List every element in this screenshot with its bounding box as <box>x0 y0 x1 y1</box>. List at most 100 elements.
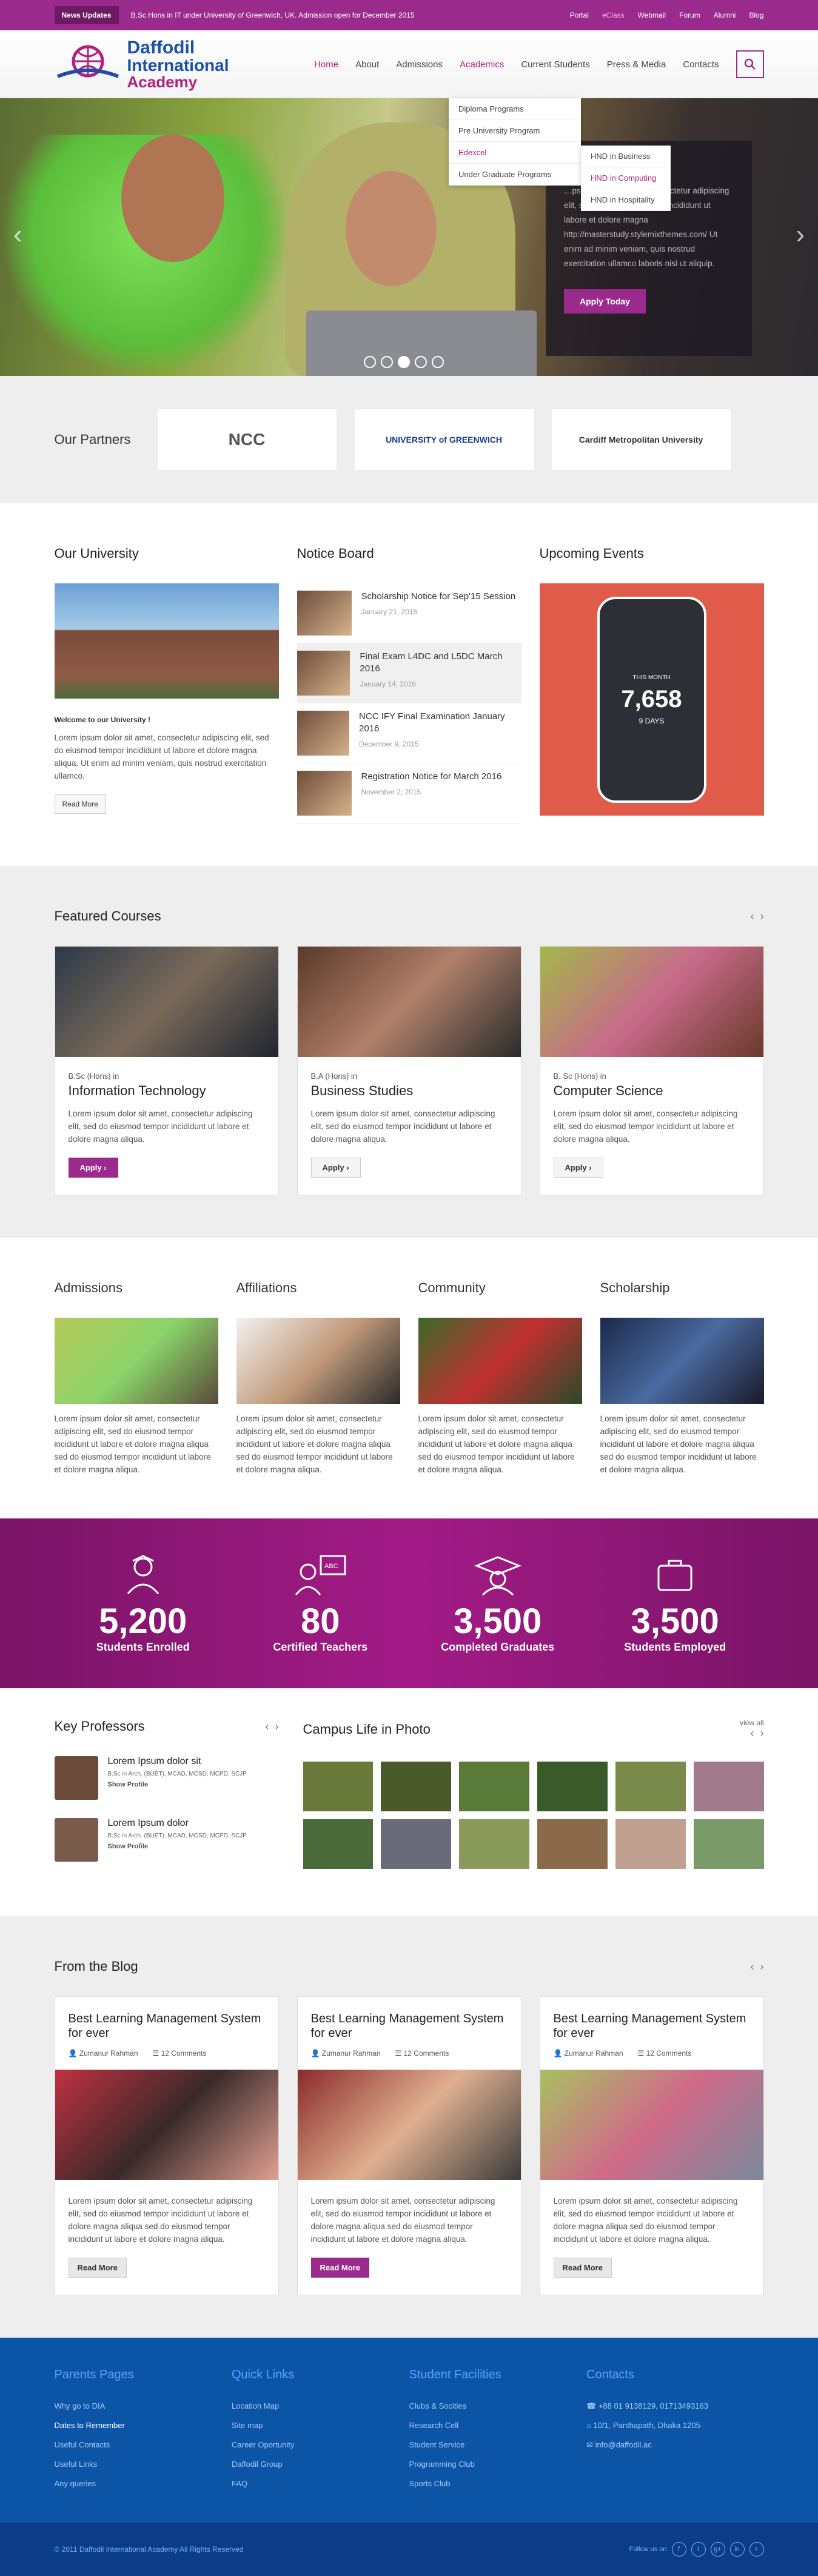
professors-next-icon[interactable]: › <box>275 1720 279 1733</box>
notice-item[interactable]: Registration Notice for March 2016 Novemb… <box>297 763 521 823</box>
footer-link[interactable]: Any queries <box>55 2474 232 2494</box>
blog-comments[interactable]: ☰ 12 Comments <box>638 2049 692 2058</box>
read-more-button[interactable]: Read More <box>68 2258 127 2278</box>
view-all-link[interactable]: view all <box>740 1719 763 1727</box>
notice-item[interactable]: Final Exam L4DC and L5DC March 2016 Janua… <box>297 643 521 703</box>
nav-about[interactable]: About <box>355 59 379 70</box>
partner-cardiff[interactable]: Cardiff Metropolitan University <box>551 409 731 470</box>
professor-name[interactable]: Lorem Ipsum dolor sit <box>108 1756 247 1767</box>
dropdown-item-pre-university[interactable]: Pre University Program <box>449 120 581 142</box>
partner-greenwich[interactable]: UNIVERSITY of GREENWICH <box>354 409 534 470</box>
nav-contacts[interactable]: Contacts <box>683 59 719 70</box>
event-image[interactable]: THIS MONTH 7,658 9 DAYS <box>539 583 764 816</box>
footer-link[interactable]: Useful Links <box>55 2455 232 2474</box>
campus-photo[interactable] <box>303 1762 374 1811</box>
slider-prev-icon[interactable]: ‹ <box>13 220 22 250</box>
nav-academics[interactable]: Academics <box>460 59 504 70</box>
rss-icon[interactable]: r <box>749 2542 764 2557</box>
carousel-next-icon[interactable]: › <box>760 910 764 923</box>
campus-photo[interactable] <box>615 1762 686 1811</box>
search-button[interactable] <box>736 50 764 78</box>
footer-email[interactable]: ✉ info@daffodil.ac <box>586 2435 764 2455</box>
footer-link[interactable]: Research Cell <box>409 2416 587 2435</box>
campus-photo[interactable] <box>537 1819 608 1869</box>
blog-post-title[interactable]: Best Learning Management System for ever <box>69 2011 265 2041</box>
subdropdown-item-computing[interactable]: HND in Computing <box>581 167 671 189</box>
partner-ncc[interactable]: NCC <box>157 409 337 470</box>
campus-photo[interactable] <box>459 1819 529 1869</box>
campus-prev-icon[interactable]: ‹ <box>751 1727 754 1740</box>
top-link-alumni[interactable]: Alumni <box>714 11 736 19</box>
carousel-prev-icon[interactable]: ‹ <box>751 910 754 923</box>
slider-next-icon[interactable]: › <box>796 220 805 250</box>
campus-photo[interactable] <box>615 1819 686 1869</box>
footer-link[interactable]: Useful Contacts <box>55 2435 232 2455</box>
footer-link[interactable]: Clubs & Socities <box>409 2397 587 2416</box>
professors-prev-icon[interactable]: ‹ <box>266 1720 269 1733</box>
nav-press-media[interactable]: Press & Media <box>607 59 666 70</box>
footer-link[interactable]: Career Oportunity <box>232 2435 409 2455</box>
footer-link[interactable]: Why go to DIA <box>55 2397 232 2416</box>
read-more-button[interactable]: Read More <box>310 2258 369 2278</box>
slider-dot-active[interactable] <box>398 356 410 368</box>
campus-photo[interactable] <box>693 1762 764 1811</box>
slider-dot[interactable] <box>415 356 427 368</box>
dropdown-item-edexcel[interactable]: Edexcel <box>449 142 581 164</box>
footer-link[interactable]: Site map <box>232 2416 409 2435</box>
block-title[interactable]: Scholarship <box>600 1280 764 1296</box>
blog-prev-icon[interactable]: ‹ <box>751 1961 754 1973</box>
blog-post-title[interactable]: Best Learning Management System for ever <box>554 2011 750 2041</box>
campus-next-icon[interactable]: › <box>760 1727 764 1740</box>
apply-today-button[interactable]: Apply Today <box>564 289 646 314</box>
site-logo[interactable]: Daffodil International Academy <box>55 39 229 90</box>
footer-link[interactable]: Dates to Remember <box>55 2416 232 2435</box>
footer-link[interactable]: FAQ <box>232 2474 409 2494</box>
slider-dot[interactable] <box>364 356 376 368</box>
subdropdown-item-business[interactable]: HND in Business <box>581 146 671 167</box>
campus-photo[interactable] <box>459 1762 529 1811</box>
notice-item[interactable]: Scholarship Notice for Sep'15 Session Jan… <box>297 583 521 643</box>
linkedin-icon[interactable]: in <box>729 2542 745 2557</box>
slider-dot[interactable] <box>381 356 393 368</box>
campus-photo[interactable] <box>693 1819 764 1869</box>
facebook-icon[interactable]: f <box>671 2542 686 2557</box>
apply-button[interactable]: Apply › <box>310 1158 361 1178</box>
campus-photo[interactable] <box>381 1819 452 1869</box>
dropdown-item-diploma[interactable]: Diploma Programs <box>449 98 581 120</box>
campus-photo[interactable] <box>381 1762 452 1811</box>
apply-button[interactable]: Apply › <box>553 1158 603 1178</box>
top-link-eclass[interactable]: eClass <box>602 11 625 19</box>
nav-admissions[interactable]: Admissions <box>396 59 443 70</box>
dropdown-item-undergraduate[interactable]: Under Graduate Programs <box>449 164 581 186</box>
read-more-button[interactable]: Read More <box>553 2258 612 2278</box>
block-title[interactable]: Affiliations <box>236 1280 400 1296</box>
footer-link[interactable]: Student Service <box>409 2435 587 2455</box>
block-title[interactable]: Community <box>418 1280 582 1296</box>
professor-name[interactable]: Lorem Ipsum dolor <box>108 1818 247 1829</box>
footer-link[interactable]: Daffodil Group <box>232 2455 409 2474</box>
notice-item[interactable]: NCC IFY Final Examination January 2016 De… <box>297 703 521 763</box>
footer-link[interactable]: Location Map <box>232 2397 409 2416</box>
news-text[interactable]: B.Sc Hons in IT under University of Gree… <box>131 11 415 19</box>
top-link-forum[interactable]: Forum <box>679 11 700 19</box>
twitter-icon[interactable]: t <box>691 2542 706 2557</box>
apply-button[interactable]: Apply › <box>68 1158 118 1178</box>
footer-link[interactable]: Programming Club <box>409 2455 587 2474</box>
block-title[interactable]: Admissions <box>55 1280 218 1296</box>
university-read-more-button[interactable]: Read More <box>54 794 106 814</box>
campus-photo[interactable] <box>537 1762 608 1811</box>
show-profile-link[interactable]: Show Profile <box>108 1843 247 1850</box>
nav-home[interactable]: Home <box>314 59 338 70</box>
footer-link[interactable]: Sports Club <box>409 2474 587 2494</box>
nav-current-students[interactable]: Current Students <box>521 59 589 70</box>
blog-comments[interactable]: ☰ 12 Comments <box>153 2049 207 2058</box>
blog-next-icon[interactable]: › <box>760 1961 764 1973</box>
campus-photo[interactable] <box>303 1819 374 1869</box>
subdropdown-item-hospitality[interactable]: HND in Hospitality <box>581 189 671 211</box>
slider-dot[interactable] <box>432 356 444 368</box>
top-link-webmail[interactable]: Webmail <box>638 11 666 19</box>
blog-post-title[interactable]: Best Learning Management System for ever <box>311 2011 508 2041</box>
google-plus-icon[interactable]: g+ <box>710 2542 725 2557</box>
blog-comments[interactable]: ☰ 12 Comments <box>395 2049 449 2058</box>
top-link-blog[interactable]: Blog <box>749 11 763 19</box>
